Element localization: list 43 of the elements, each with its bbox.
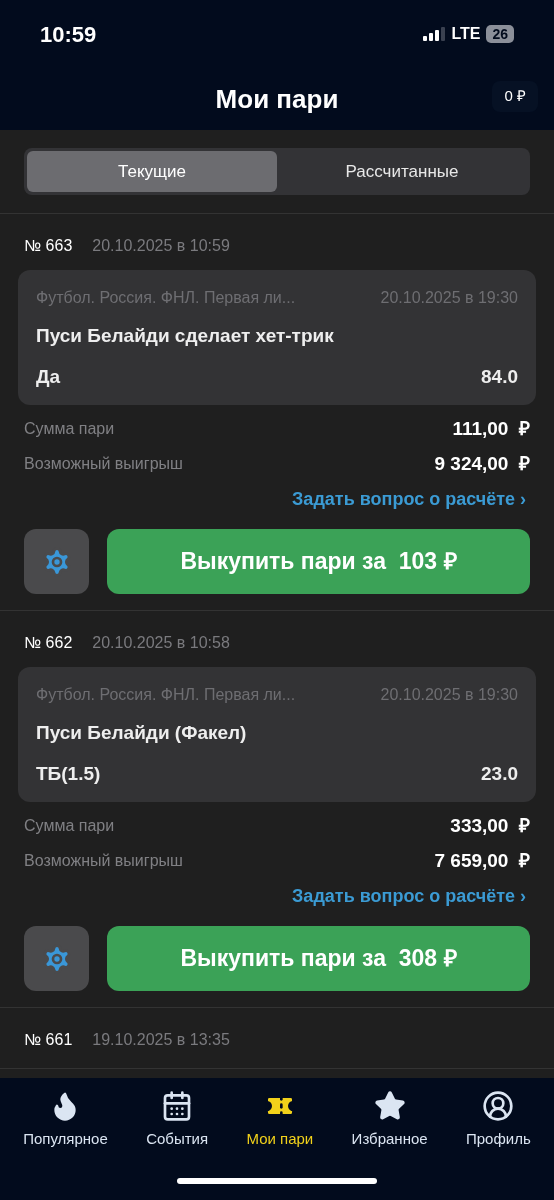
status-time: 10:59	[40, 20, 97, 49]
bet-date: 20.10.2025 в 10:59	[92, 236, 230, 256]
bet-number: № 663	[24, 236, 73, 256]
win-label: Возможный выигрыш	[24, 453, 183, 474]
outcome-label: ТБ(1.5)	[36, 761, 101, 786]
stake-value: 333,00 ₽	[450, 814, 530, 838]
win-value: 9 324,00 ₽	[434, 451, 530, 476]
bet-date: 20.10.2025 в 10:58	[92, 633, 230, 653]
stake-value: 111,00 ₽	[452, 417, 530, 441]
league-label: Футбол. Россия. ФНЛ. Первая ли...	[36, 685, 296, 705]
bet-number: № 661	[24, 1030, 73, 1050]
nav-tab[interactable]: Мои пари	[246, 1090, 314, 1151]
settings-button[interactable]	[24, 529, 89, 594]
stake-label: Сумма пари	[24, 816, 115, 837]
market-label: Пуси Белайди сделает хет-трик	[36, 324, 335, 348]
bet-date: 19.10.2025 в 13:35	[92, 1030, 230, 1050]
win-value: 7 659,00 ₽	[434, 848, 530, 873]
balance-badge[interactable]: 0 ₽	[492, 81, 538, 112]
odds-value: 84.0	[481, 364, 518, 389]
question-link[interactable]: Задать вопрос о расчёте ›	[292, 883, 526, 910]
nav-tab[interactable]: Профиль	[466, 1090, 531, 1151]
signal-icon	[423, 27, 446, 41]
nav-tab[interactable]: События	[146, 1090, 209, 1151]
odds-value: 23.0	[481, 761, 518, 786]
event-date: 20.10.2025 в 19:30	[380, 288, 518, 308]
win-label: Возможный выигрыш	[24, 850, 183, 871]
page-title: Мои пари	[215, 82, 339, 116]
nav-tab[interactable]: Популярное	[23, 1090, 108, 1151]
profile-icon	[482, 1090, 515, 1122]
network-label: LTE	[451, 24, 481, 44]
question-link[interactable]: Задать вопрос о расчёте ›	[292, 486, 526, 513]
event-date: 20.10.2025 в 19:30	[380, 685, 518, 705]
star-icon	[373, 1090, 406, 1122]
bet-number: № 662	[24, 633, 73, 653]
stake-label: Сумма пари	[24, 419, 115, 440]
league-label: Футбол. Россия. ФНЛ. Первая ли...	[36, 288, 296, 308]
outcome-label: Да	[36, 364, 61, 389]
battery-indicator: 26	[486, 25, 514, 43]
nav-tab[interactable]: Избранное	[351, 1090, 428, 1151]
market-label: Пуси Белайди (Факел)	[36, 721, 248, 745]
segment-tab[interactable]: Текущие	[27, 151, 277, 192]
settings-button[interactable]	[24, 926, 89, 991]
segment-tab[interactable]: Рассчитанные	[277, 151, 527, 192]
